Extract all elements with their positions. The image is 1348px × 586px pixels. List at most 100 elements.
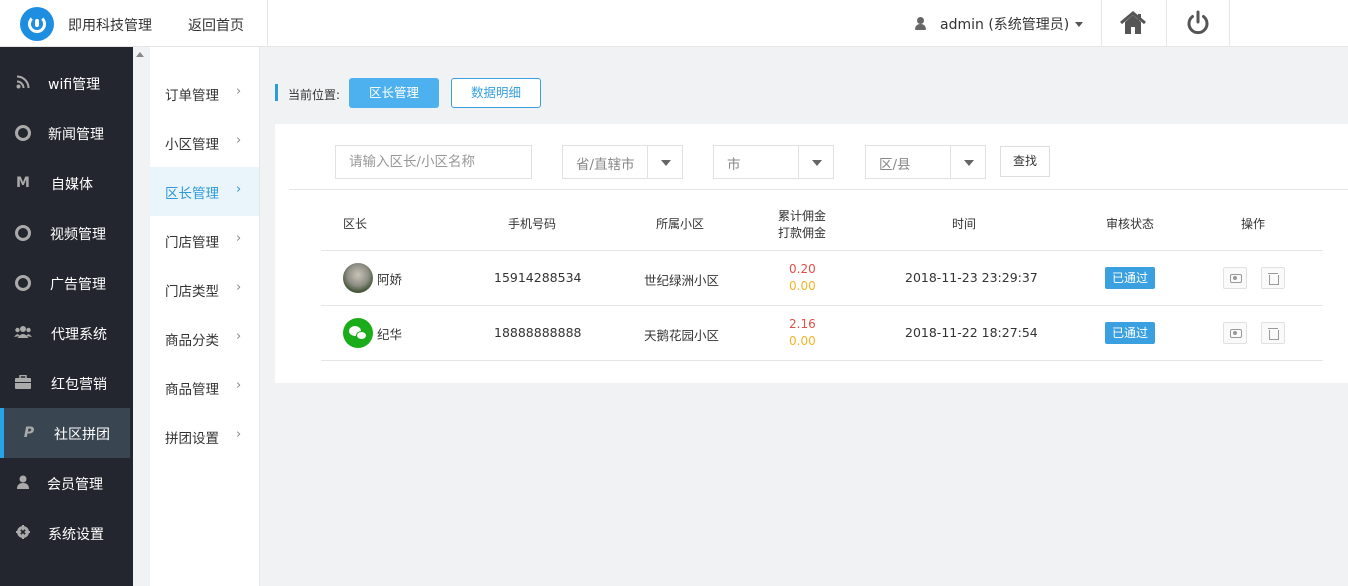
created-time: 2018-11-22 18:27:54 <box>905 325 1038 340</box>
breadcrumb-current-button[interactable]: 区长管理 <box>349 78 439 108</box>
gear-icon <box>14 525 32 541</box>
leader-name: 纪华 <box>377 327 403 342</box>
submenu-item-label: 订单管理 <box>165 88 219 104</box>
sidebar-item-agent[interactable]: 代理系统 <box>0 308 133 358</box>
brand-title: 即用科技管理 <box>68 18 152 34</box>
province-select-value: 省/直辖市 <box>576 157 635 173</box>
commission-paid: 0.00 <box>789 279 816 293</box>
created-time: 2018-11-23 23:29:37 <box>905 270 1038 285</box>
city-select[interactable]: 市 <box>713 145 834 179</box>
submenu-item-label: 门店管理 <box>165 235 219 251</box>
back-home-link[interactable]: 返回首页 <box>188 15 244 35</box>
commission-total: 0.20 <box>789 262 816 276</box>
divider <box>1229 0 1230 47</box>
column-header: 手机号码 <box>508 217 557 231</box>
home-button[interactable] <box>1118 10 1148 36</box>
sidebar-item-wifi[interactable]: wifi管理 <box>0 58 133 108</box>
breadcrumb-marker <box>275 84 278 101</box>
divider <box>321 305 1323 306</box>
delete-button[interactable] <box>1261 267 1285 289</box>
submenu-item-categories[interactable]: 商品分类 › <box>150 314 259 363</box>
province-select[interactable]: 省/直辖市 <box>562 145 683 179</box>
briefcase-icon <box>14 374 32 391</box>
sidebar-item-community-group[interactable]: P 社区拼团 <box>0 408 130 458</box>
submenu-item-label: 区长管理 <box>165 186 219 202</box>
user-icon <box>14 475 32 491</box>
data-detail-button[interactable]: 数据明细 <box>451 78 541 108</box>
submenu-item-community[interactable]: 小区管理 › <box>150 118 259 167</box>
medium-m-icon: M <box>16 175 30 191</box>
breadcrumb-label: 当前位置: <box>288 88 341 102</box>
divider <box>1101 0 1102 47</box>
chevron-right-icon: › <box>236 133 242 148</box>
user-menu[interactable]: admin (系统管理员) <box>914 14 1084 34</box>
chevron-right-icon: › <box>236 182 242 197</box>
view-button[interactable] <box>1223 267 1247 289</box>
chevron-right-icon: › <box>236 378 242 393</box>
status-badge: 已通过 <box>1105 267 1155 289</box>
top-bar: 即用科技管理 返回首页 admin (系统管理员) <box>0 0 1348 47</box>
divider <box>321 250 1323 251</box>
delete-button[interactable] <box>1261 322 1285 344</box>
submenu-item-label: 商品分类 <box>165 333 219 349</box>
submenu-item-leaders[interactable]: 区长管理 › <box>150 167 259 216</box>
search-input[interactable]: 请输入区长/小区名称 <box>335 145 532 179</box>
sidebar-item-members[interactable]: 会员管理 <box>0 458 133 508</box>
logout-button[interactable] <box>1183 8 1213 38</box>
chevron-down-icon <box>647 146 682 178</box>
submenu-item-store-types[interactable]: 门店类型 › <box>150 265 259 314</box>
chevron-down-icon <box>1075 21 1084 27</box>
main-sidebar: wifi管理 新闻管理 M 自媒体 视频管理 广告管理 代理系统 红包营销 P <box>0 47 133 586</box>
sidebar-item-label: 社区拼团 <box>54 427 110 443</box>
chevron-right-icon: › <box>236 280 242 295</box>
chevron-right-icon: › <box>236 84 242 99</box>
logo-icon[interactable] <box>20 7 54 41</box>
submenu-item-label: 商品管理 <box>165 382 219 398</box>
scroll-up-arrow[interactable] <box>136 52 144 57</box>
column-header: 操作 <box>1241 217 1266 231</box>
sidebar-item-news[interactable]: 新闻管理 <box>0 108 133 158</box>
chevron-right-icon: › <box>236 427 242 442</box>
submenu-item-group-settings[interactable]: 拼团设置 › <box>150 412 259 461</box>
chevron-right-icon: › <box>236 329 242 344</box>
submenu-item-label: 小区管理 <box>165 137 219 153</box>
user-icon <box>914 17 926 31</box>
sidebar-item-label: 视频管理 <box>50 227 106 243</box>
column-header: 区长 <box>343 217 368 231</box>
power-icon <box>1187 10 1209 35</box>
phone-number: 15914288534 <box>494 270 582 285</box>
sidebar-item-settings[interactable]: 系统设置 <box>0 508 133 558</box>
sidebar-item-media[interactable]: M 自媒体 <box>0 158 133 208</box>
sidebar-item-ads[interactable]: 广告管理 <box>0 258 133 308</box>
submenu-item-stores[interactable]: 门店管理 › <box>150 216 259 265</box>
lifebuoy-icon <box>14 225 32 241</box>
submenu-item-label: 拼团设置 <box>165 431 219 447</box>
divider <box>267 0 268 47</box>
search-button[interactable]: 查找 <box>1000 146 1050 177</box>
district-select[interactable]: 区/县 <box>865 145 986 179</box>
submenu-item-orders[interactable]: 订单管理 › <box>150 69 259 118</box>
submenu-item-label: 门店类型 <box>165 284 219 300</box>
divider <box>289 189 1348 190</box>
column-header: 时间 <box>952 217 977 231</box>
wechat-avatar-icon <box>343 318 373 348</box>
divider <box>321 360 1323 361</box>
sidebar-item-label: 广告管理 <box>50 277 106 293</box>
users-icon <box>14 325 32 341</box>
sidebar-item-label: 自媒体 <box>51 177 93 193</box>
commission-total: 2.16 <box>789 317 816 331</box>
sidebar-item-video[interactable]: 视频管理 <box>0 208 133 258</box>
home-icon <box>1120 11 1146 34</box>
view-button[interactable] <box>1223 322 1247 344</box>
sidebar-item-label: 红包营销 <box>51 377 107 393</box>
chevron-down-icon <box>950 146 985 178</box>
status-badge: 已通过 <box>1105 322 1155 344</box>
sub-menu: 订单管理 › 小区管理 › 区长管理 › 门店管理 › 门店类型 › 商品分类 … <box>150 47 260 586</box>
chevron-right-icon: › <box>236 231 242 246</box>
district-select-value: 区/县 <box>879 157 911 173</box>
community-name: 世纪绿洲小区 <box>644 273 720 288</box>
lifebuoy-icon <box>14 275 32 291</box>
sidebar-item-label: 会员管理 <box>47 477 103 493</box>
submenu-item-products[interactable]: 商品管理 › <box>150 363 259 412</box>
sidebar-item-redpacket[interactable]: 红包营销 <box>0 358 133 408</box>
